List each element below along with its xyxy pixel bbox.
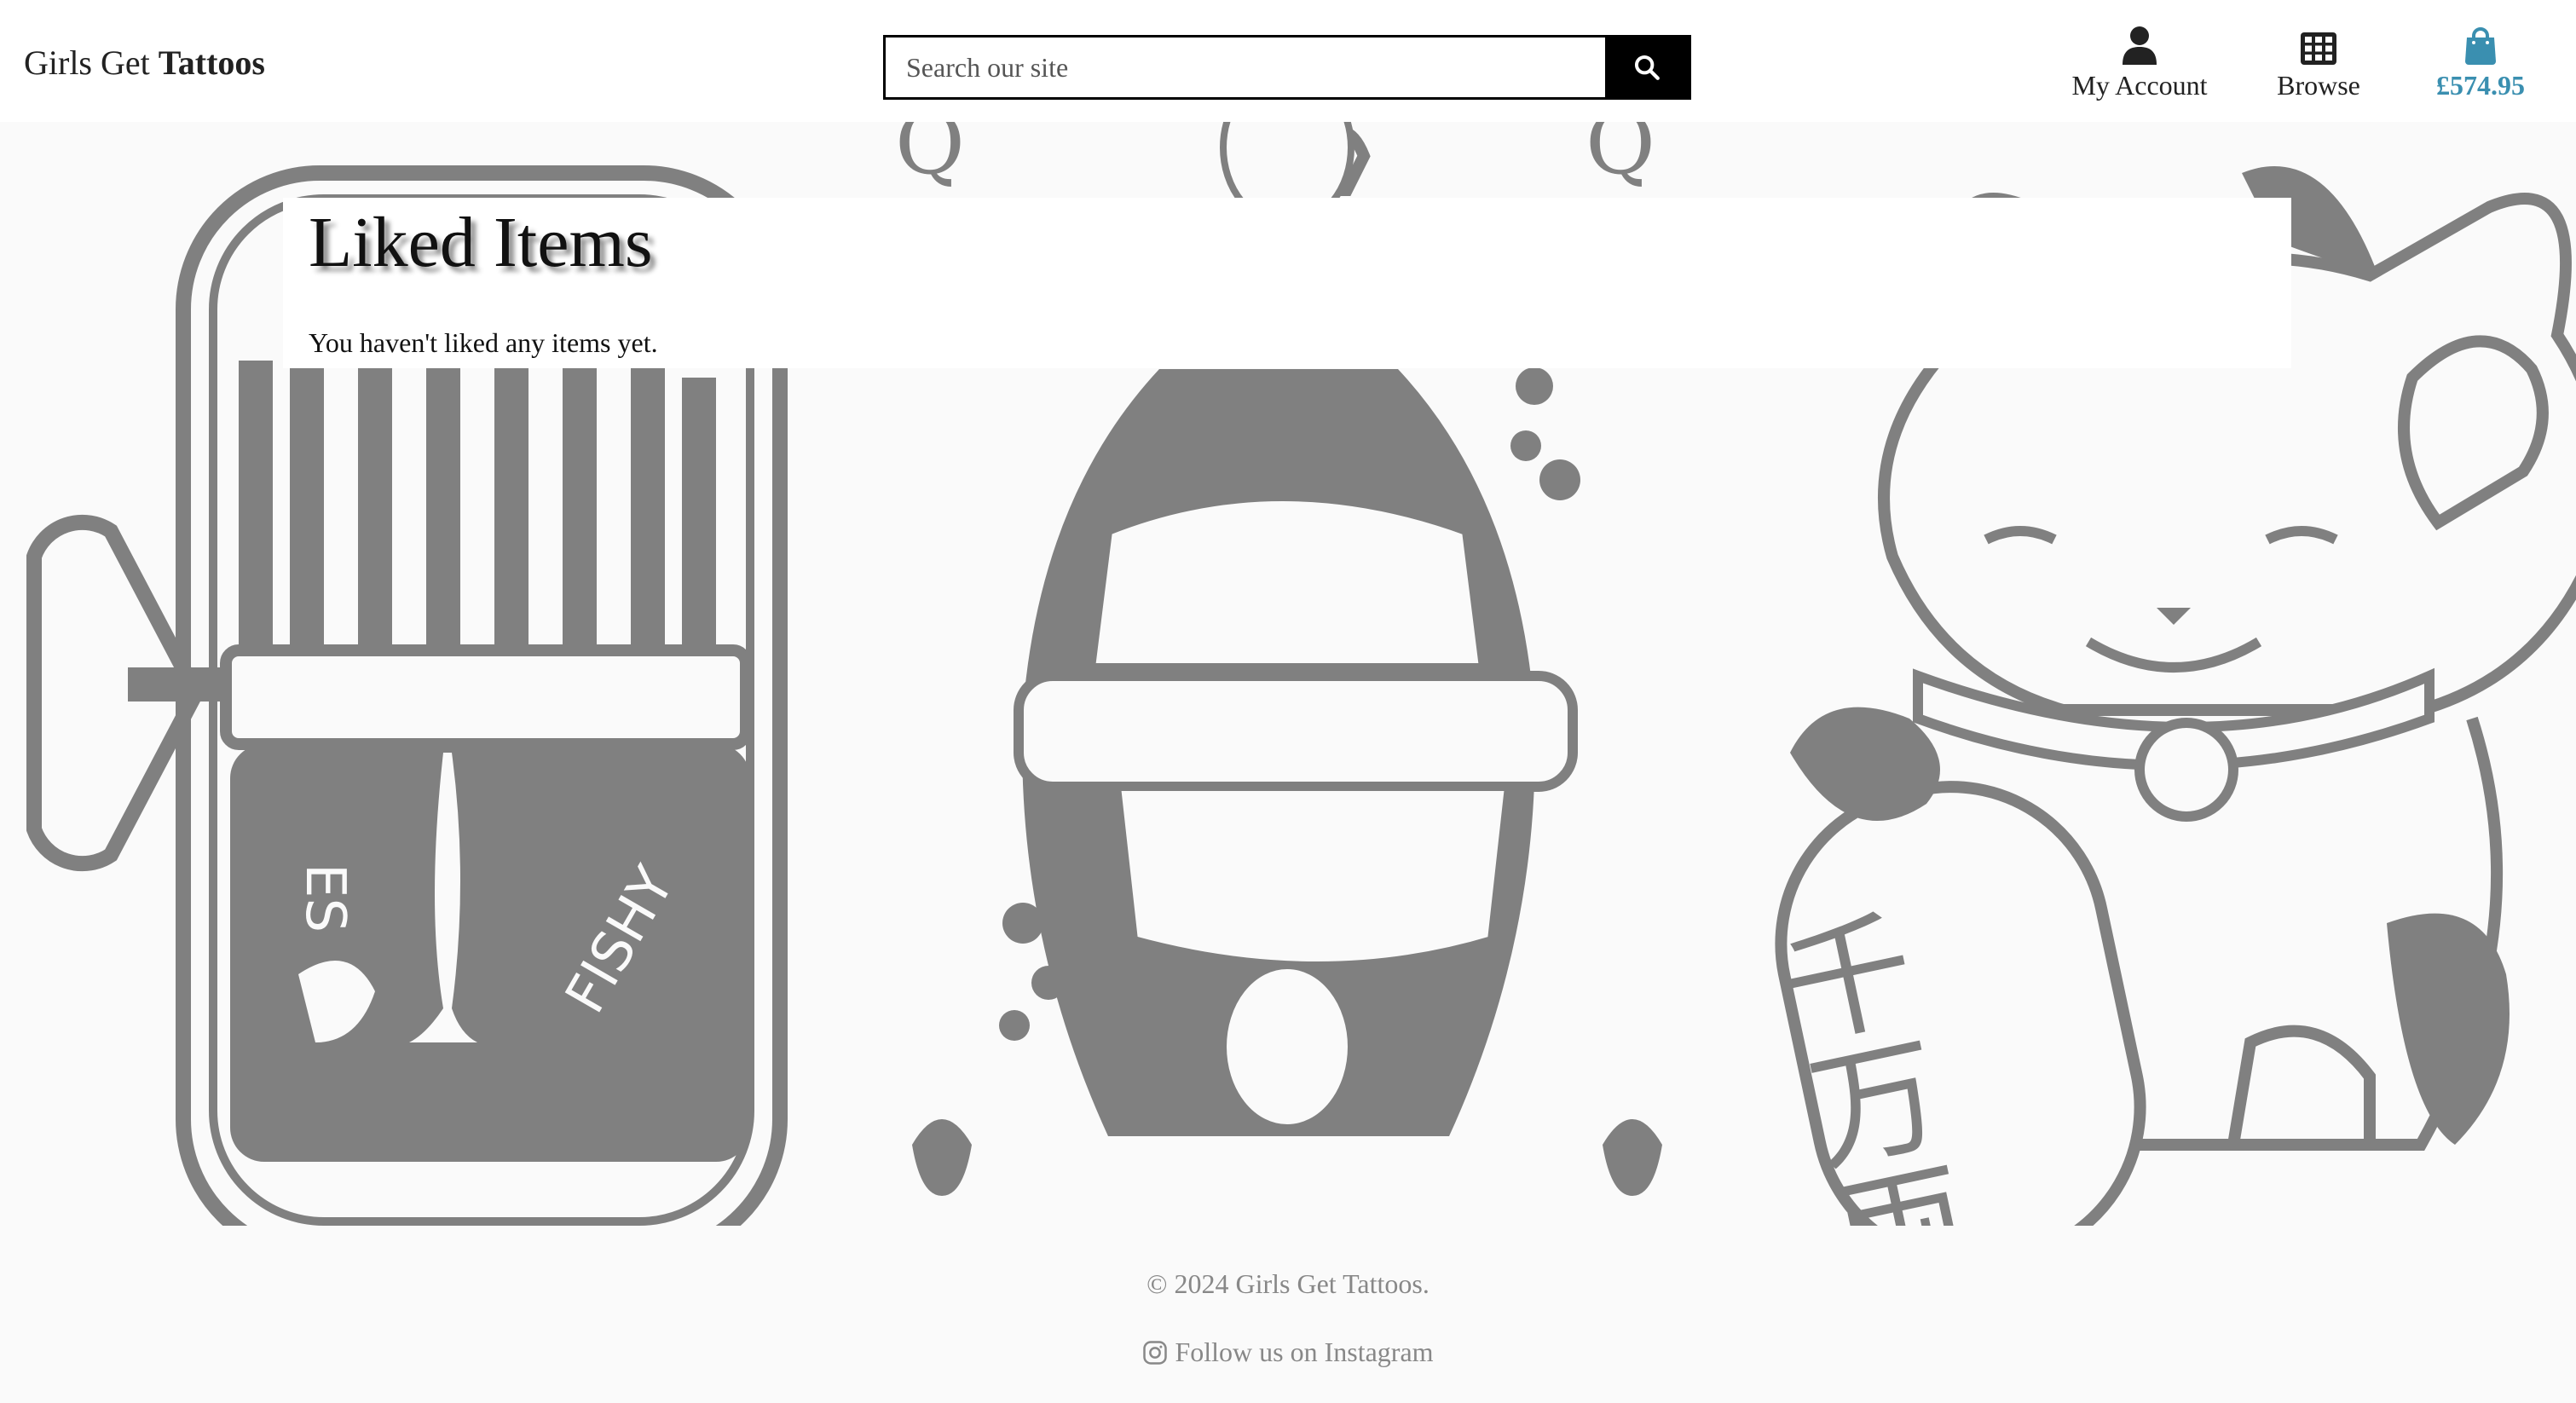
site-footer: © 2024 Girls Get Tattoos. Follow us on I…	[0, 1226, 2576, 1403]
user-icon	[2123, 26, 2157, 65]
brand-name-bold: Tattoos	[158, 43, 265, 82]
can-text-es: ES	[293, 863, 356, 932]
search-button[interactable]	[1605, 38, 1689, 97]
browse-label: Browse	[2277, 70, 2360, 101]
liked-items-panel: Liked Items You haven't liked any items …	[283, 198, 2291, 368]
instagram-link[interactable]: Follow us on Instagram	[0, 1337, 2576, 1368]
page-title: Liked Items	[309, 203, 653, 282]
card-corner-letter-left: Q	[895, 122, 965, 193]
shopping-bag-link[interactable]: £574.95	[2421, 24, 2540, 101]
shopping-bag-icon	[2465, 27, 2496, 65]
bag-total: £574.95	[2436, 70, 2525, 101]
copyright-text: © 2024 Girls Get Tattoos.	[1146, 1268, 1430, 1299]
my-account-link[interactable]: My Account	[2063, 24, 2216, 101]
instagram-icon	[1143, 1340, 1168, 1365]
card-corner-letter-right: Q	[1585, 122, 1655, 193]
grid-icon	[2301, 32, 2336, 65]
instagram-label: Follow us on Instagram	[1175, 1337, 1434, 1367]
browse-link[interactable]: Browse	[2250, 24, 2387, 101]
brand-name-regular: Girls Get	[24, 43, 150, 82]
search-form	[883, 35, 1691, 100]
empty-liked-message: You haven't liked any items yet.	[309, 327, 658, 358]
my-account-label: My Account	[2071, 70, 2208, 101]
site-header: Girls Get Tattoos My Account	[0, 0, 2576, 122]
search-input[interactable]	[886, 38, 1605, 97]
site-logo[interactable]: Girls Get Tattoos	[24, 43, 265, 83]
search-icon	[1634, 55, 1660, 80]
